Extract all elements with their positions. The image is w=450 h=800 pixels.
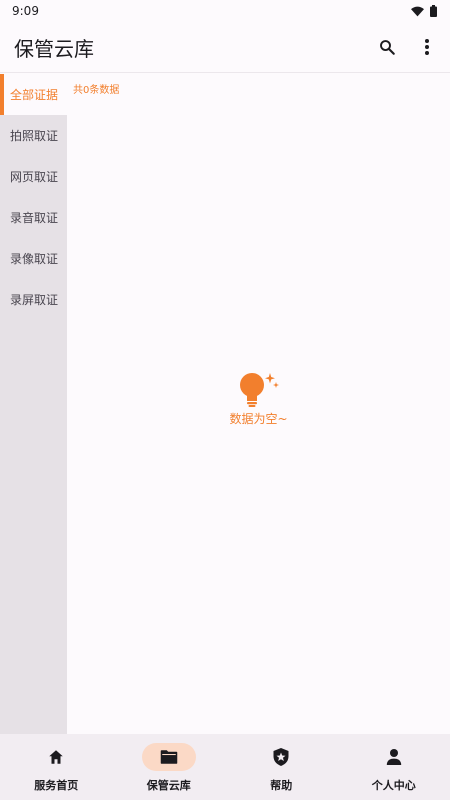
sidebar-item-label: 拍照取证 — [10, 129, 59, 143]
nav-label: 帮助 — [270, 779, 293, 792]
empty-state: 数据为空~ — [67, 372, 450, 427]
status-icons — [411, 5, 437, 17]
nav-label: 服务首页 — [34, 779, 79, 792]
battery-icon — [430, 5, 437, 17]
nav-item-profile[interactable]: 个人中心 — [338, 734, 450, 800]
more-options-button[interactable] — [414, 34, 440, 60]
shield-star-icon — [273, 748, 289, 766]
page-title: 保管云库 — [14, 36, 94, 61]
empty-message: 数据为空~ — [229, 412, 288, 426]
sidebar-item-audio-evidence[interactable]: 录音取证 — [0, 197, 67, 238]
nav-label: 保管云库 — [146, 779, 191, 792]
sidebar-item-label: 录像取证 — [10, 252, 59, 266]
status-time: 9:09 — [12, 4, 39, 18]
sidebar-item-label: 录音取证 — [10, 211, 59, 225]
nav-item-home[interactable]: 服务首页 — [0, 734, 113, 800]
record-count: 共0条数据 — [73, 85, 120, 96]
nav-item-help[interactable]: 帮助 — [225, 734, 338, 800]
bottom-navigation: 服务首页 保管云库 帮助 个人中心 — [0, 734, 450, 800]
search-button[interactable] — [374, 34, 400, 60]
person-icon — [386, 749, 401, 765]
sidebar-item-video-evidence[interactable]: 录像取证 — [0, 238, 67, 279]
status-bar: 9:09 — [0, 0, 450, 22]
more-vert-icon — [425, 39, 429, 55]
sidebar-item-label: 全部证据 — [10, 88, 59, 102]
search-icon — [380, 40, 395, 55]
folder-icon — [160, 750, 177, 764]
sidebar-item-all-evidence[interactable]: 全部证据 — [0, 74, 67, 115]
sidebar-item-label: 网页取证 — [10, 170, 59, 184]
sidebar-item-screen-evidence[interactable]: 录屏取证 — [0, 279, 67, 320]
sidebar-item-label: 录屏取证 — [10, 293, 59, 307]
wifi-icon — [411, 6, 424, 16]
sidebar-item-photo-evidence[interactable]: 拍照取证 — [0, 115, 67, 156]
sidebar-item-web-evidence[interactable]: 网页取证 — [0, 156, 67, 197]
category-sidebar: 全部证据 拍照取证 网页取证 录音取证 录像取证 录屏取证 — [0, 74, 67, 734]
nav-label: 个人中心 — [371, 779, 416, 792]
home-icon — [49, 750, 63, 764]
app-bar: 保管云库 — [0, 22, 450, 73]
lightbulb-icon — [239, 373, 279, 407]
nav-item-cloud-vault[interactable]: 保管云库 — [113, 734, 226, 800]
